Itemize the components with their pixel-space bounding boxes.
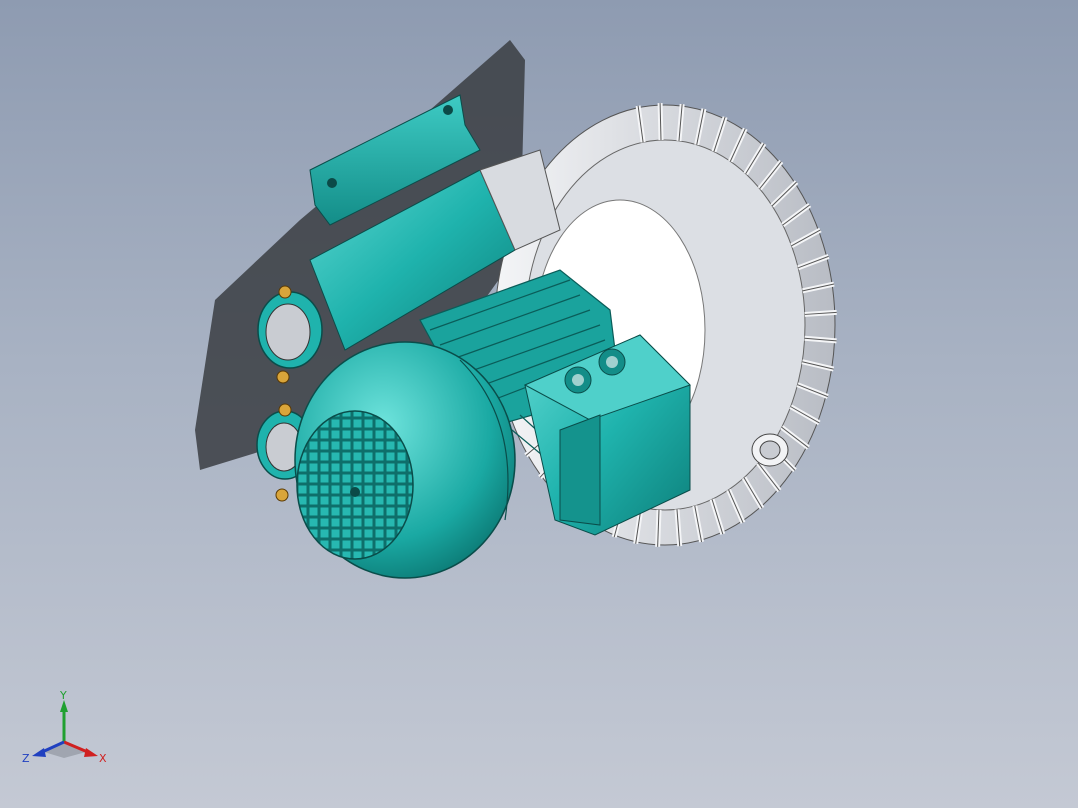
axis-triad[interactable]: Y X Z <box>20 690 110 770</box>
x-axis-label: X <box>99 752 107 765</box>
fan-cover[interactable] <box>294 341 516 579</box>
x-axis-arrow <box>84 748 98 757</box>
blower-model[interactable] <box>0 0 1078 808</box>
cad-viewport[interactable]: Y X Z <box>0 0 1078 808</box>
z-axis-label: Z <box>22 752 30 765</box>
z-axis-arrow <box>32 748 46 757</box>
y-axis-label: Y <box>59 690 67 702</box>
